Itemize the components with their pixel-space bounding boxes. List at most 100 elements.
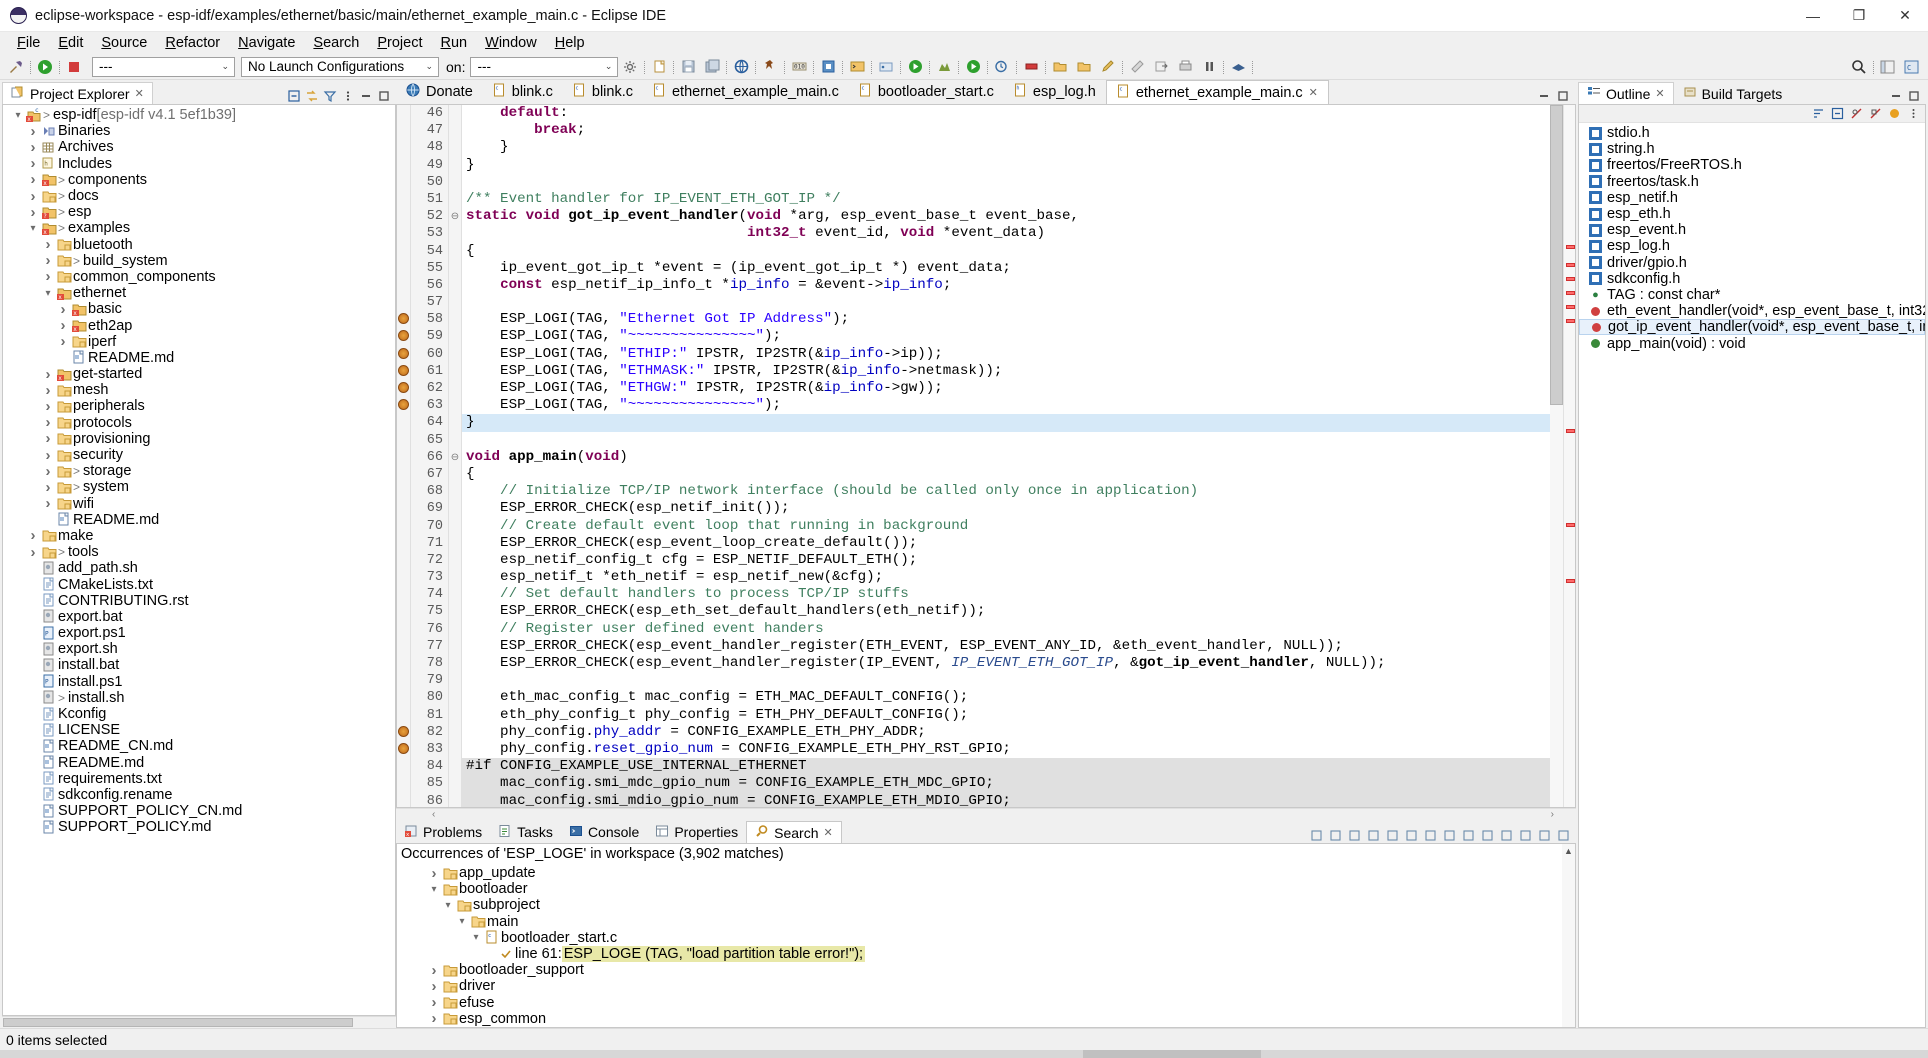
code-line[interactable]: ESP_LOGI(TAG, "ETHGW:" IPSTR, IP2STR(&ip…: [462, 380, 1575, 397]
code-line[interactable]: {: [462, 243, 1575, 260]
code-line[interactable]: /** Event handler for IP_EVENT_ETH_GOT_I…: [462, 191, 1575, 208]
tree-item-add-path-sh[interactable]: add_path.sh: [3, 560, 395, 576]
menu-run[interactable]: Run: [432, 33, 477, 53]
collapse-arrow-icon[interactable]: [441, 900, 455, 911]
editor-tab-donate[interactable]: Donate: [396, 80, 483, 104]
collapse-all-outline-icon[interactable]: [1829, 106, 1845, 122]
show-as-list-icon[interactable]: [1441, 827, 1457, 843]
expand-arrow-icon[interactable]: [427, 865, 441, 882]
expand-arrow-icon[interactable]: [26, 155, 40, 172]
close-icon[interactable]: ✕: [823, 826, 832, 839]
tree-item-kconfig[interactable]: Kconfig: [3, 706, 395, 722]
tree-item-license[interactable]: LICENSE: [3, 722, 395, 738]
outline-item[interactable]: driver/gpio.h: [1579, 255, 1925, 271]
search-result-row[interactable]: esp_common: [397, 1011, 1575, 1027]
code-line[interactable]: ESP_ERROR_CHECK(esp_eth_set_default_hand…: [462, 603, 1575, 620]
search-result-row[interactable]: main: [397, 914, 1575, 930]
tree-item-readme-md[interactable]: README.md: [3, 755, 395, 771]
expand-arrow-icon[interactable]: [427, 962, 441, 979]
tree-item-eth2ap[interactable]: x eth2ap: [3, 317, 395, 334]
close-icon[interactable]: ✕: [135, 87, 144, 100]
project-explorer-hscrollbar[interactable]: [2, 1016, 396, 1028]
pause-icon[interactable]: [1197, 56, 1221, 78]
expand-arrow-icon[interactable]: [26, 123, 40, 140]
warning-marker-icon[interactable]: [397, 380, 410, 397]
outline-item[interactable]: esp_netif.h: [1579, 190, 1925, 206]
binary-icon[interactable]: 010: [787, 56, 811, 78]
expand-arrow-icon[interactable]: [41, 495, 55, 512]
overview-ruler[interactable]: [1563, 105, 1575, 807]
code-line[interactable]: phy_config.reset_gpio_num = CONFIG_EXAMP…: [462, 741, 1575, 758]
code-line[interactable]: [462, 294, 1575, 311]
code-line[interactable]: phy_config.phy_addr = CONFIG_EXAMPLE_ETH…: [462, 724, 1575, 741]
tree-item-protocols[interactable]: protocols: [3, 415, 395, 431]
menu-edit[interactable]: Edit: [49, 33, 92, 53]
minimize-view-icon[interactable]: [358, 88, 374, 104]
expand-arrow-icon[interactable]: [56, 317, 70, 334]
expand-arrow-icon[interactable]: [41, 268, 55, 285]
warning-marker-icon[interactable]: [397, 724, 410, 741]
build-hammer-icon[interactable]: [4, 56, 28, 78]
code-line[interactable]: mac_config.smi_mdio_gpio_num = CONFIG_EX…: [462, 792, 1575, 807]
menu-search[interactable]: Search: [304, 33, 368, 53]
tree-item-build-system[interactable]: >build_system: [3, 253, 395, 269]
minimize-button[interactable]: —: [1790, 0, 1836, 32]
debug-config-icon[interactable]: [816, 56, 840, 78]
code-line[interactable]: #if CONFIG_EXAMPLE_USE_INTERNAL_ETHERNET: [462, 758, 1575, 776]
open-element-icon[interactable]: [729, 56, 753, 78]
folding-ruler[interactable]: ⊖ ⊖: [449, 105, 462, 807]
menu-navigate[interactable]: Navigate: [229, 33, 304, 53]
expand-all-icon[interactable]: [1384, 827, 1400, 843]
perspective-icon[interactable]: [1226, 56, 1250, 78]
tree-item-export-sh[interactable]: export.sh: [3, 641, 395, 657]
expand-arrow-icon[interactable]: [26, 171, 40, 188]
editor-tab-bootloader-start-c[interactable]: c bootloader_start.c: [849, 80, 1004, 104]
expand-arrow-icon[interactable]: [26, 188, 40, 205]
search-result-row[interactable]: bootloader_support: [397, 962, 1575, 978]
tree-item-readme-md[interactable]: README.md: [3, 512, 395, 528]
new-file-icon[interactable]: [647, 56, 671, 78]
c-cpp-perspective-icon[interactable]: C: [1900, 56, 1924, 78]
expand-arrow-icon[interactable]: [26, 527, 40, 544]
menu-source[interactable]: Source: [92, 33, 156, 53]
tree-item-security[interactable]: security: [3, 447, 395, 463]
tree-item-peripherals[interactable]: peripherals: [3, 398, 395, 414]
warning-marker-icon[interactable]: [397, 311, 410, 328]
history-icon[interactable]: [990, 56, 1014, 78]
tree-item-contributing-rst[interactable]: CONTRIBUTING.rst: [3, 593, 395, 609]
expand-arrow-icon[interactable]: [26, 204, 40, 221]
pin-search-icon[interactable]: [1422, 827, 1438, 843]
outline-menu-icon[interactable]: [1905, 106, 1921, 122]
outline-item[interactable]: sdkconfig.h: [1579, 271, 1925, 287]
pin-icon[interactable]: [758, 56, 782, 78]
tree-item-common-components[interactable]: common_components: [3, 269, 395, 285]
save-icon[interactable]: [676, 56, 700, 78]
open-folder-2-icon[interactable]: [1072, 56, 1096, 78]
hide-static-icon[interactable]: [1867, 106, 1883, 122]
collapse-arrow-icon[interactable]: [11, 110, 25, 121]
outline-item[interactable]: freertos/FreeRTOS.h: [1579, 157, 1925, 173]
warning-marker-icon[interactable]: [397, 741, 410, 758]
tree-item-install-bat[interactable]: install.bat: [3, 657, 395, 673]
code-line[interactable]: ESP_LOGI(TAG, "Ethernet Got IP Address")…: [462, 311, 1575, 328]
search-result-row[interactable]: bootloader: [397, 881, 1575, 897]
close-icon[interactable]: ✕: [1655, 87, 1664, 100]
expand-arrow-icon[interactable]: [56, 333, 70, 350]
bottom-tab-search[interactable]: Search ✕: [746, 821, 842, 843]
code-line[interactable]: ESP_ERROR_CHECK(esp_event_loop_create_de…: [462, 535, 1575, 552]
run-external-icon[interactable]: [903, 56, 927, 78]
next-match-icon[interactable]: [1308, 827, 1324, 843]
editor-tab-blink-c[interactable]: c blink.c: [563, 80, 643, 104]
close-button[interactable]: ✕: [1882, 0, 1928, 32]
maximize-editor-icon[interactable]: [1555, 88, 1571, 104]
cdt-build-icon[interactable]: [874, 56, 898, 78]
outline-item[interactable]: stdio.h: [1579, 125, 1925, 141]
minimize-view-icon[interactable]: [1888, 88, 1904, 104]
tree-item-export-bat[interactable]: export.bat: [3, 609, 395, 625]
code-line[interactable]: void app_main(void): [462, 449, 1575, 466]
code-line[interactable]: // Set default handlers to process TCP/I…: [462, 586, 1575, 603]
editor-tab-ethernet-example-main-c[interactable]: c ethernet_example_main.c ✕: [1105, 80, 1329, 104]
code-line[interactable]: // Initialize TCP/IP network interface (…: [462, 483, 1575, 500]
tree-item-tools[interactable]: >tools: [3, 544, 395, 560]
search-result-row[interactable]: c bootloader_start.c: [397, 930, 1575, 946]
